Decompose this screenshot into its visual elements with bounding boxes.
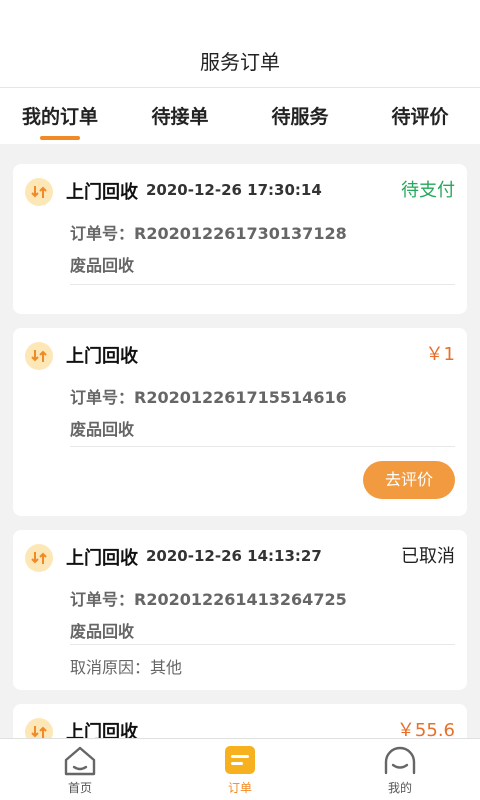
recycle-icon: [25, 544, 53, 572]
order-time: 2020-12-26 14:13:27: [146, 547, 322, 565]
order-category: 废品回收: [70, 256, 135, 275]
nav-home[interactable]: 首页: [0, 739, 160, 800]
nav-label: 订单: [227, 781, 252, 795]
divider: [70, 446, 455, 447]
order-card[interactable]: 上门回收 2020-12-26 17:30:14 待支付 订单号：R202012…: [13, 164, 467, 314]
tab-label: 我的订单: [21, 106, 98, 128]
active-tab-indicator: [40, 136, 80, 140]
order-number: 订单号：R202012261413264725: [70, 590, 347, 609]
service-name: 上门回收: [66, 346, 138, 367]
status-badge: 待支付: [401, 180, 455, 201]
nav-label: 我的: [387, 781, 412, 795]
divider: [70, 284, 455, 285]
recycle-icon: [25, 178, 53, 206]
tab-my-orders[interactable]: 我的订单: [0, 88, 120, 144]
bottom-nav: 首页 订单 我的: [0, 738, 480, 800]
order-card[interactable]: 上门回收 ￥55.6: [13, 704, 467, 738]
profile-icon: [383, 745, 417, 781]
tab-label: 待接单: [151, 106, 209, 128]
review-button[interactable]: 去评价: [363, 461, 455, 499]
order-price: ￥55.6: [396, 720, 455, 738]
order-list[interactable]: 上门回收 2020-12-26 17:30:14 待支付 订单号：R202012…: [0, 144, 480, 738]
tab-label: 待服务: [271, 106, 329, 128]
service-name: 上门回收: [66, 182, 138, 203]
nav-profile[interactable]: 我的: [320, 739, 480, 800]
order-card[interactable]: 上门回收 ￥1 订单号：R202012261715514616 废品回收 去评价: [13, 328, 467, 516]
order-time: 2020-12-26 17:30:14: [146, 181, 322, 199]
home-icon: [63, 745, 97, 781]
recycle-icon: [25, 718, 53, 738]
tab-label: 待评价: [391, 106, 449, 128]
service-name: 上门回收: [66, 548, 138, 569]
header: 服务订单: [0, 0, 480, 88]
tab-awaiting-acceptance[interactable]: 待接单: [120, 88, 240, 144]
order-price: ￥1: [425, 344, 455, 365]
tab-awaiting-review[interactable]: 待评价: [360, 88, 480, 144]
cancel-reason: 取消原因：其他: [70, 658, 183, 677]
order-category: 废品回收: [70, 420, 135, 439]
status-badge: 已取消: [401, 546, 455, 567]
order-number: 订单号：R202012261730137128: [70, 224, 347, 243]
tab-awaiting-service[interactable]: 待服务: [240, 88, 360, 144]
order-number: 订单号：R202012261715514616: [70, 388, 347, 407]
service-name: 上门回收: [66, 722, 138, 738]
order-tabs: 我的订单 待接单 待服务 待评价: [0, 88, 480, 144]
order-card[interactable]: 上门回收 2020-12-26 14:13:27 已取消 订单号：R202012…: [13, 530, 467, 690]
nav-orders[interactable]: 订单: [160, 739, 320, 800]
nav-label: 首页: [67, 781, 92, 795]
order-category: 废品回收: [70, 622, 135, 641]
divider: [70, 644, 455, 645]
recycle-icon: [25, 342, 53, 370]
order-icon: [224, 745, 256, 779]
page-title: 服务订单: [200, 50, 280, 74]
